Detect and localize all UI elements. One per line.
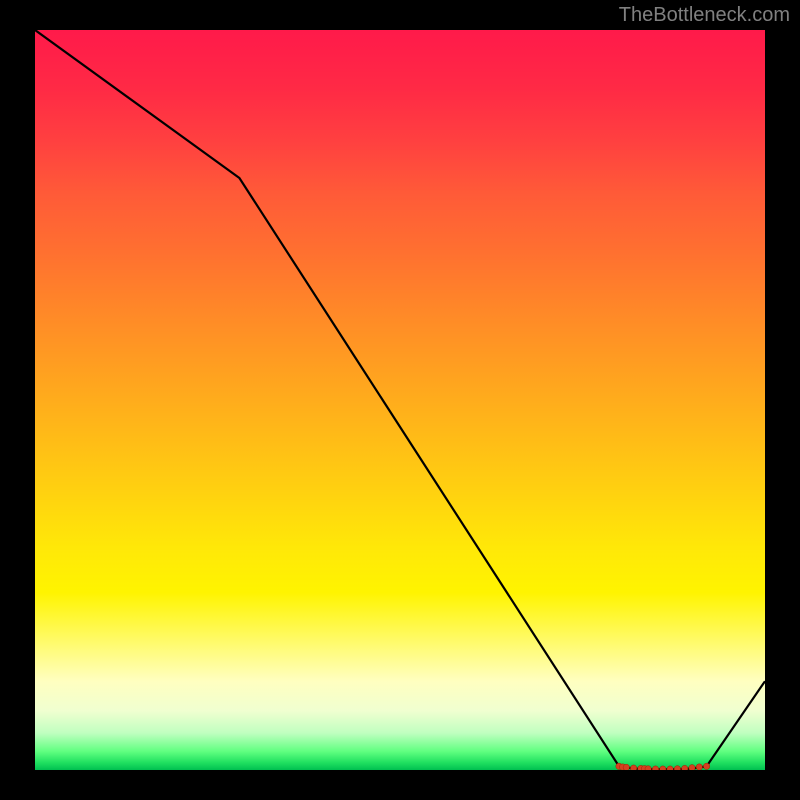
data-marker xyxy=(696,764,702,770)
chart-svg xyxy=(35,30,765,770)
data-line xyxy=(35,30,765,769)
data-marker xyxy=(630,765,636,770)
data-marker xyxy=(703,763,709,769)
data-marker xyxy=(667,766,673,770)
data-marker xyxy=(645,766,651,770)
chart-plot-area xyxy=(35,30,765,770)
data-marker xyxy=(689,765,695,770)
data-marker xyxy=(674,766,680,770)
data-marker xyxy=(682,765,688,770)
data-marker xyxy=(652,766,658,770)
data-marker xyxy=(660,766,666,770)
attribution-text: TheBottleneck.com xyxy=(619,4,790,27)
data-marker xyxy=(623,764,629,770)
